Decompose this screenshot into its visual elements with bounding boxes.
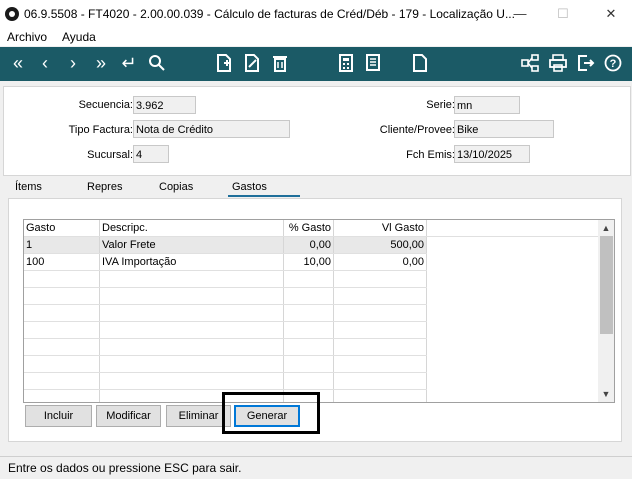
status-bar: Entre os dados ou pressione ESC para sai… xyxy=(0,456,632,479)
delete-icon[interactable] xyxy=(268,51,292,75)
tab-gastos[interactable]: Gastos xyxy=(232,181,267,193)
header-panel: Secuencia: 3.962 Tipo Factura: Nota de C… xyxy=(3,86,631,176)
scroll-thumb[interactable] xyxy=(600,236,613,334)
cell-gasto: 1 xyxy=(24,237,100,253)
previous-record-icon[interactable]: ‹ xyxy=(33,51,57,75)
cell-vl-gasto: 0,00 xyxy=(334,254,427,270)
maximize-button[interactable]: ☐ xyxy=(548,4,578,24)
edit-document-icon[interactable] xyxy=(240,51,264,75)
col-header-gasto[interactable]: Gasto xyxy=(24,220,100,236)
fecha-field[interactable]: 13/10/2025 xyxy=(454,145,530,163)
modificar-button[interactable]: Modificar xyxy=(96,405,161,427)
tipo-factura-field[interactable]: Nota de Crédito xyxy=(133,120,290,138)
cell-pct-gasto: 10,00 xyxy=(284,254,334,270)
cell-vl-gasto: 500,00 xyxy=(334,237,427,253)
vertical-scrollbar[interactable]: ▲ ▼ xyxy=(598,220,614,402)
serie-field[interactable]: mn xyxy=(454,96,520,114)
table-row[interactable]: 100 IVA Importação 10,00 0,00 xyxy=(24,254,427,271)
hierarchy-icon[interactable] xyxy=(518,51,542,75)
menu-archivo[interactable]: Archivo xyxy=(7,30,47,44)
new-document-icon[interactable] xyxy=(212,51,236,75)
scroll-down-icon[interactable]: ▼ xyxy=(598,387,614,401)
first-record-icon[interactable]: « xyxy=(6,51,30,75)
serie-label: Serie: xyxy=(426,99,455,111)
tab-repres[interactable]: Repres xyxy=(87,181,122,193)
title-bar: 06.9.5508 - FT4020 - 2.00.00.039 - Cálcu… xyxy=(0,0,632,28)
cell-descripc: Valor Frete xyxy=(100,237,284,253)
minimize-button[interactable]: — xyxy=(505,4,535,24)
next-record-icon[interactable]: › xyxy=(61,51,85,75)
tab-items[interactable]: Ítems xyxy=(15,181,42,193)
cell-pct-gasto: 0,00 xyxy=(284,237,334,253)
status-text: Entre os dados ou pressione ESC para sai… xyxy=(8,461,242,475)
empty-row xyxy=(24,356,427,373)
tab-strip: Ítems Repres Copias Gastos xyxy=(3,178,629,198)
empty-row xyxy=(24,339,427,356)
cliente-label: Cliente/Provee: xyxy=(379,124,455,136)
secuencia-label: Secuencia: xyxy=(78,99,133,111)
cell-descripc: IVA Importação xyxy=(100,254,284,270)
print-icon[interactable] xyxy=(546,51,570,75)
help-icon[interactable]: ? xyxy=(601,51,625,75)
grid-header-row: Gasto Descripc. % Gasto Vl Gasto xyxy=(24,220,598,237)
toolbar: « ‹ › » ↵ ? xyxy=(0,47,632,81)
close-button[interactable]: ✕ xyxy=(596,4,626,24)
active-tab-indicator xyxy=(228,195,300,197)
empty-row xyxy=(24,305,427,322)
svg-text:?: ? xyxy=(610,58,617,70)
cell-gasto: 100 xyxy=(24,254,100,270)
modificar-button-label: Modificar xyxy=(106,410,151,422)
fecha-label: Fch Emis: xyxy=(406,149,455,161)
tipo-factura-label: Tipo Factura: xyxy=(68,124,133,136)
empty-row xyxy=(24,322,427,339)
exit-icon[interactable] xyxy=(574,51,598,75)
tab-copias[interactable]: Copias xyxy=(159,181,193,193)
col-header-descripc[interactable]: Descripc. xyxy=(100,220,284,236)
eliminar-button-label: Eliminar xyxy=(178,410,219,422)
window-title: 06.9.5508 - FT4020 - 2.00.00.039 - Cálcu… xyxy=(24,7,515,21)
col-header-pct-gasto[interactable]: % Gasto xyxy=(284,220,334,236)
col-header-vl-gasto[interactable]: Vl Gasto xyxy=(334,220,427,236)
return-icon[interactable]: ↵ xyxy=(117,51,141,75)
menu-bar: Archivo Ayuda xyxy=(0,28,632,46)
scroll-up-icon[interactable]: ▲ xyxy=(598,221,614,235)
incluir-button-label: Incluir xyxy=(43,410,74,422)
table-row[interactable]: 1 Valor Frete 0,00 500,00 xyxy=(24,237,427,254)
last-record-icon[interactable]: » xyxy=(89,51,113,75)
sucursal-field[interactable]: 4 xyxy=(133,145,169,163)
cliente-field[interactable]: Bike xyxy=(454,120,554,138)
app-icon xyxy=(5,7,19,21)
incluir-button[interactable]: Incluir xyxy=(25,405,92,427)
search-icon[interactable] xyxy=(145,51,169,75)
empty-row xyxy=(24,373,427,390)
gastos-grid[interactable]: Gasto Descripc. % Gasto Vl Gasto 1 Valor… xyxy=(23,219,615,403)
secuencia-field[interactable]: 3.962 xyxy=(133,96,196,114)
calculator-icon[interactable] xyxy=(334,51,358,75)
menu-ayuda[interactable]: Ayuda xyxy=(62,30,96,44)
highlight-box xyxy=(222,392,320,434)
blank-document-icon[interactable] xyxy=(408,51,432,75)
empty-row xyxy=(24,288,427,305)
empty-row xyxy=(24,271,427,288)
document-list-icon[interactable] xyxy=(362,51,386,75)
sucursal-label: Sucursal: xyxy=(87,149,133,161)
